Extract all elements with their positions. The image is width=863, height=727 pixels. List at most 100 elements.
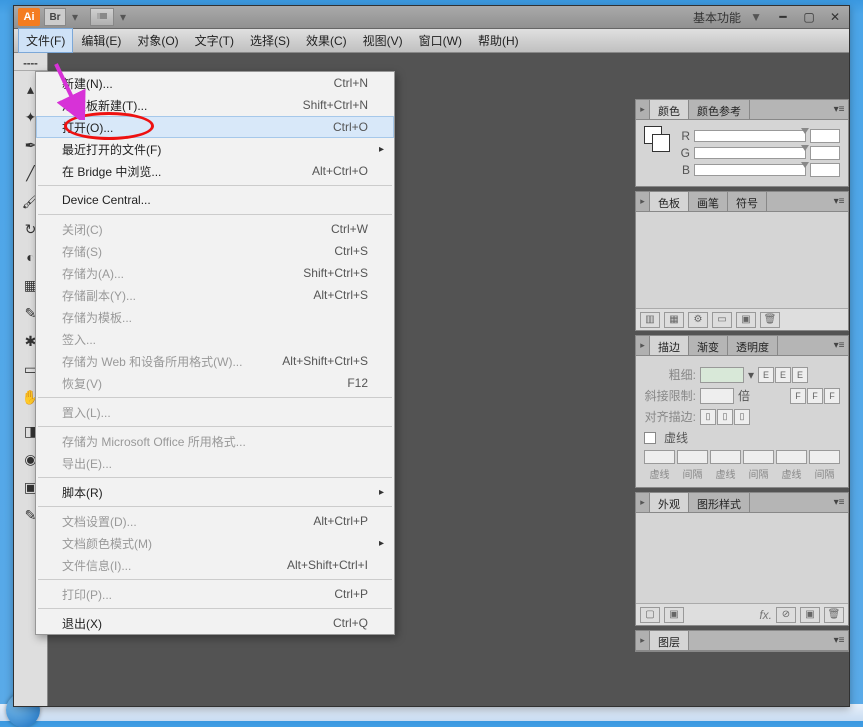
- fill-stroke-swatch[interactable]: [644, 126, 670, 152]
- cap-butt-icon[interactable]: E: [758, 367, 774, 383]
- appearance-panel-footer: ▢ ▣ fx. ⊘ ▣ 🗑: [636, 603, 848, 625]
- menu-select[interactable]: 选择(S): [242, 28, 298, 53]
- menu-save-as[interactable]: 存储为(A)...Shift+Ctrl+S: [36, 262, 394, 284]
- menu-document-setup[interactable]: 文档设置(D)...Alt+Ctrl+P: [36, 510, 394, 532]
- panel-menu-icon[interactable]: ▾≡: [830, 336, 848, 355]
- menu-save[interactable]: 存储(S)Ctrl+S: [36, 240, 394, 262]
- bridge-logo-icon[interactable]: Br: [44, 8, 66, 26]
- panel-collapse-icon[interactable]: ▸: [636, 336, 650, 355]
- appear-del-icon[interactable]: 🗑: [824, 607, 844, 623]
- menu-close[interactable]: 关闭(C)Ctrl+W: [36, 218, 394, 240]
- br-dropdown-icon[interactable]: ▾: [70, 11, 80, 23]
- appear-fill-icon[interactable]: ▣: [664, 607, 684, 623]
- menu-new[interactable]: 新建(N)...Ctrl+N: [36, 72, 394, 94]
- dash2-input[interactable]: [710, 450, 741, 464]
- appear-dup-icon[interactable]: ▣: [800, 607, 820, 623]
- panel-menu-icon[interactable]: ▾≡: [830, 100, 848, 119]
- tab-stroke[interactable]: 描边: [650, 336, 689, 355]
- b-slider[interactable]: [694, 164, 806, 176]
- tab-transparency[interactable]: 透明度: [728, 336, 778, 355]
- tab-swatches[interactable]: 色板: [650, 192, 689, 211]
- gap2-input[interactable]: [743, 450, 774, 464]
- tab-color-guide[interactable]: 颜色参考: [689, 100, 750, 119]
- gap3-input[interactable]: [809, 450, 840, 464]
- menu-export[interactable]: 导出(E)...: [36, 452, 394, 474]
- swatch-new-icon[interactable]: ▣: [736, 312, 756, 328]
- menu-save-copy[interactable]: 存储副本(Y)...Alt+Ctrl+S: [36, 284, 394, 306]
- close-button[interactable]: ✕: [825, 10, 845, 24]
- menu-new-from-template[interactable]: 从模板新建(T)...Shift+Ctrl+N: [36, 94, 394, 116]
- menu-view[interactable]: 视图(V): [355, 28, 411, 53]
- menu-save-for-office[interactable]: 存储为 Microsoft Office 所用格式...: [36, 430, 394, 452]
- dashed-checkbox[interactable]: [644, 432, 656, 444]
- menu-type[interactable]: 文字(T): [187, 28, 242, 53]
- menu-exit[interactable]: 退出(X)Ctrl+Q: [36, 612, 394, 634]
- panel-collapse-icon[interactable]: ▸: [636, 493, 650, 512]
- panel-collapse-icon[interactable]: ▸: [636, 100, 650, 119]
- menu-edit[interactable]: 编辑(E): [73, 28, 129, 53]
- appear-stroke-icon[interactable]: ▢: [640, 607, 660, 623]
- dash1-input[interactable]: [644, 450, 675, 464]
- menu-window[interactable]: 窗口(W): [411, 28, 470, 53]
- swatch-group-icon[interactable]: ▭: [712, 312, 732, 328]
- join-bevel-icon[interactable]: F: [824, 388, 840, 404]
- menu-save-template[interactable]: 存储为模板...: [36, 306, 394, 328]
- menu-print[interactable]: 打印(P)...Ctrl+P: [36, 583, 394, 605]
- b-value[interactable]: [810, 163, 840, 177]
- workspace-dropdown-icon[interactable]: ▼: [751, 11, 761, 23]
- menu-save-for-web[interactable]: 存储为 Web 和设备所用格式(W)...Alt+Shift+Ctrl+S: [36, 350, 394, 372]
- panel-menu-icon[interactable]: ▾≡: [830, 631, 848, 650]
- tab-color[interactable]: 颜色: [650, 100, 689, 119]
- menu-device-central[interactable]: Device Central...: [36, 189, 394, 211]
- gap1-input[interactable]: [677, 450, 708, 464]
- tab-brushes[interactable]: 画笔: [689, 192, 728, 211]
- g-value[interactable]: [810, 146, 840, 160]
- menu-object[interactable]: 对象(O): [129, 28, 186, 53]
- cap-project-icon[interactable]: E: [792, 367, 808, 383]
- panel-collapse-icon[interactable]: ▸: [636, 192, 650, 211]
- swatch-options-icon[interactable]: ⚙: [688, 312, 708, 328]
- tab-appearance[interactable]: 外观: [650, 493, 689, 512]
- dash3-input[interactable]: [776, 450, 807, 464]
- menu-place[interactable]: 置入(L)...: [36, 401, 394, 423]
- r-value[interactable]: [810, 129, 840, 143]
- menu-revert[interactable]: 恢复(V)F12: [36, 372, 394, 394]
- join-miter-icon[interactable]: F: [790, 388, 806, 404]
- join-round-icon[interactable]: F: [807, 388, 823, 404]
- weight-input[interactable]: [700, 367, 744, 383]
- swatch-lib-icon[interactable]: ▥: [640, 312, 660, 328]
- tab-gradient[interactable]: 渐变: [689, 336, 728, 355]
- toolbar-layout-dropdown[interactable]: [90, 8, 114, 26]
- menu-scripts[interactable]: 脚本(R): [36, 481, 394, 503]
- align-inside-icon[interactable]: ▯: [717, 409, 733, 425]
- cap-round-icon[interactable]: E: [775, 367, 791, 383]
- align-outside-icon[interactable]: ▯: [734, 409, 750, 425]
- layout-dropdown-icon[interactable]: ▾: [118, 11, 128, 23]
- maximize-button[interactable]: ▢: [799, 10, 819, 24]
- panel-collapse-icon[interactable]: ▸: [636, 631, 650, 650]
- panel-menu-icon[interactable]: ▾≡: [830, 192, 848, 211]
- swatch-kind-icon[interactable]: ▦: [664, 312, 684, 328]
- r-slider[interactable]: [694, 130, 806, 142]
- tab-graphic-styles[interactable]: 图形样式: [689, 493, 750, 512]
- menu-recent-files[interactable]: 最近打开的文件(F): [36, 138, 394, 160]
- menu-help[interactable]: 帮助(H): [470, 28, 527, 53]
- tab-symbols[interactable]: 符号: [728, 192, 767, 211]
- menu-file-info[interactable]: 文件信息(I)...Alt+Shift+Ctrl+I: [36, 554, 394, 576]
- menu-effect[interactable]: 效果(C): [298, 28, 355, 53]
- menu-document-color-mode[interactable]: 文档颜色模式(M): [36, 532, 394, 554]
- toolbox-grip-icon[interactable]: ╌╌: [14, 57, 47, 71]
- tab-layers[interactable]: 图层: [650, 631, 689, 650]
- menu-file[interactable]: 文件(F): [18, 28, 73, 53]
- panel-menu-icon[interactable]: ▾≡: [830, 493, 848, 512]
- swatch-del-icon[interactable]: 🗑: [760, 312, 780, 328]
- align-center-icon[interactable]: ▯: [700, 409, 716, 425]
- workspace-switcher[interactable]: 基本功能: [685, 9, 749, 26]
- menu-browse-in-bridge[interactable]: 在 Bridge 中浏览...Alt+Ctrl+O: [36, 160, 394, 182]
- minimize-button[interactable]: ━: [773, 10, 793, 24]
- appear-clear-icon[interactable]: ⊘: [776, 607, 796, 623]
- g-slider[interactable]: [694, 147, 806, 159]
- menu-checkin[interactable]: 签入...: [36, 328, 394, 350]
- menu-open[interactable]: 打开(O)...Ctrl+O: [36, 116, 394, 138]
- miter-input[interactable]: [700, 388, 734, 404]
